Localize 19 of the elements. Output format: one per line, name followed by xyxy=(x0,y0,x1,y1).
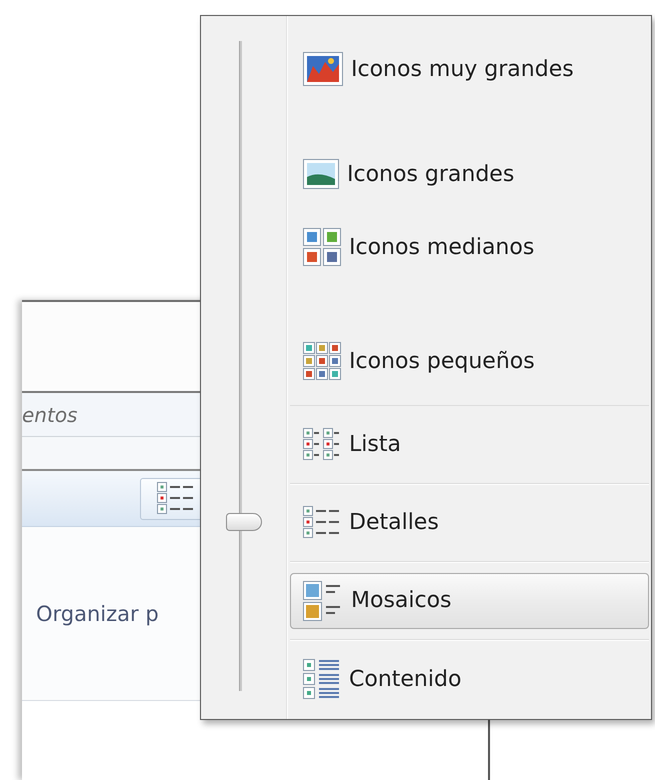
details-icon xyxy=(157,482,195,516)
view-option[interactable]: Iconos pequeños xyxy=(290,341,649,381)
view-option[interactable]: Contenido xyxy=(290,659,649,699)
arrange-by-label[interactable]: Organizar p xyxy=(36,602,159,626)
tiles-icon xyxy=(303,580,343,620)
details-icon xyxy=(303,506,341,540)
view-option[interactable]: Iconos medianos xyxy=(290,227,649,267)
view-option[interactable]: Mosaicos xyxy=(290,572,649,628)
content-icon xyxy=(303,659,341,699)
grid-icon xyxy=(303,342,341,380)
picture-icon xyxy=(303,159,339,189)
view-option[interactable]: Iconos grandes xyxy=(290,154,649,194)
picture-grid-icon xyxy=(303,228,341,266)
view-option[interactable]: Detalles xyxy=(290,502,649,542)
view-option[interactable]: Iconos muy grandes xyxy=(290,49,649,89)
view-option[interactable]: Lista xyxy=(290,424,649,464)
picture-icon xyxy=(303,52,343,86)
slider-thumb[interactable] xyxy=(226,513,262,531)
list-icon xyxy=(303,428,341,462)
